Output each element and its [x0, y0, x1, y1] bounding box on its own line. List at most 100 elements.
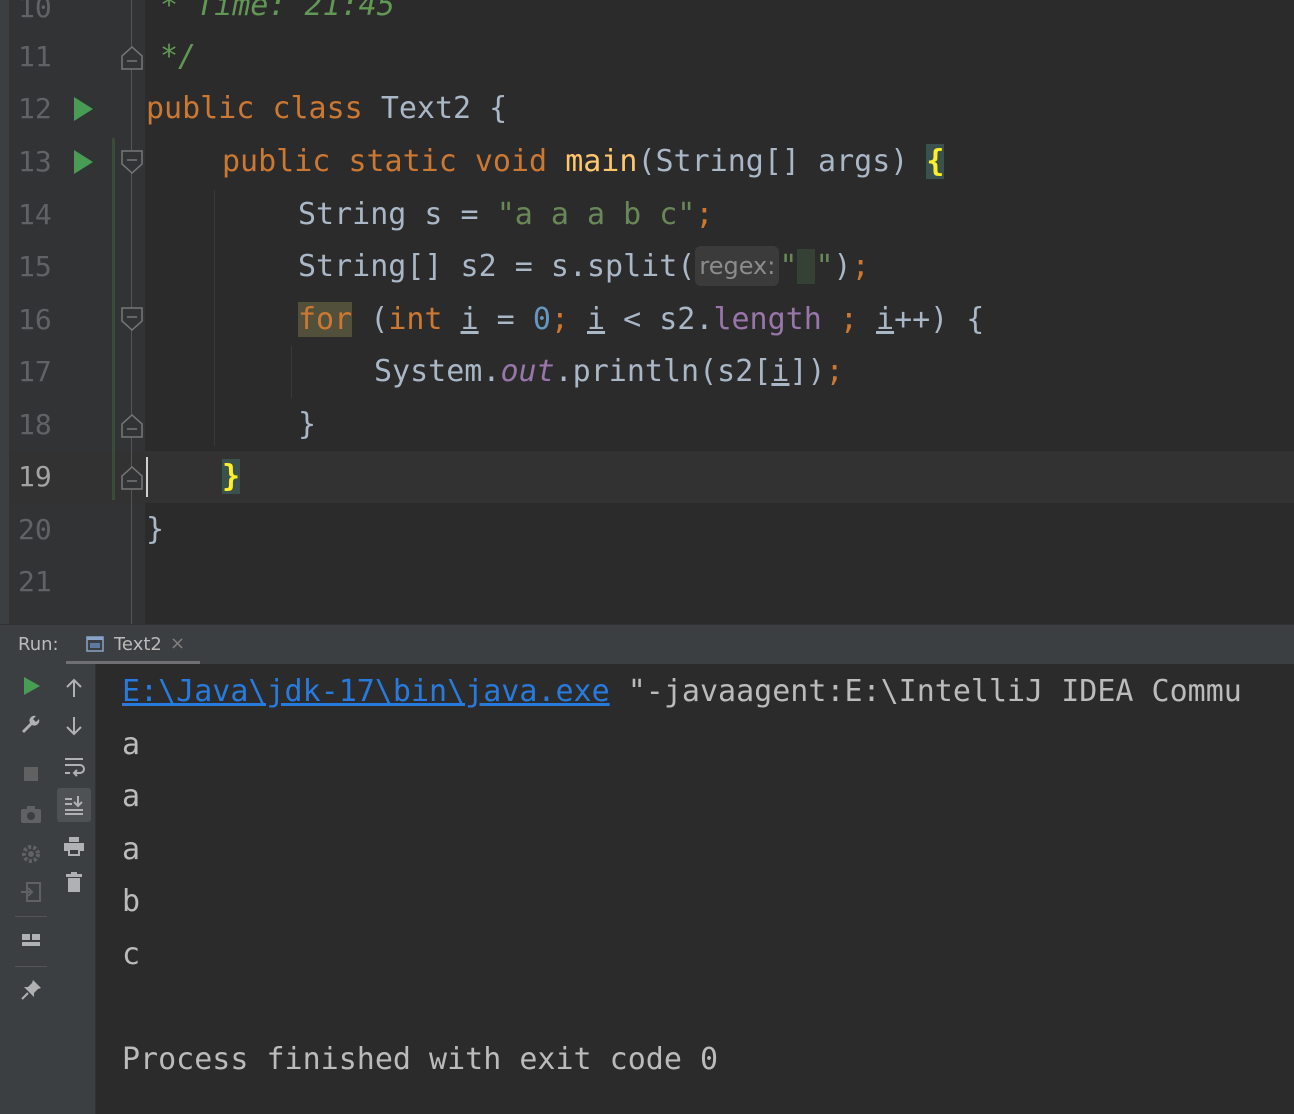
- code-line-15[interactable]: String[] s2 = s.split(regex: " ");: [298, 241, 870, 293]
- close-icon[interactable]: ×: [170, 633, 185, 654]
- code-line-12[interactable]: public class Text2 {: [146, 83, 507, 135]
- line-number: 17: [18, 355, 52, 388]
- string-space: [797, 249, 816, 284]
- keyword: public: [146, 91, 255, 126]
- comment: */: [160, 39, 197, 74]
- console-output[interactable]: E:\Java\jdk-17\bin\java.exe "-javaagent:…: [96, 664, 1294, 1114]
- console-output-line: b: [122, 884, 141, 919]
- code-editor[interactable]: 10 11 12 13 14 15 16 17 18 19 20 21 * Ti…: [0, 0, 1294, 624]
- fold-end-icon[interactable]: [120, 44, 144, 70]
- string-literal: "a a a b c": [496, 197, 696, 232]
- up-arrow-icon[interactable]: [62, 676, 86, 700]
- command-args: "-javaagent:E:\IntelliJ IDEA Commu: [609, 674, 1242, 709]
- gear-icon[interactable]: [19, 842, 43, 866]
- code-line-10[interactable]: * Time: 21:45: [160, 0, 395, 32]
- semicolon: ;: [825, 354, 844, 389]
- current-line-highlight: [9, 451, 1294, 503]
- fold-start-icon[interactable]: [120, 150, 144, 176]
- code-line-18[interactable]: }: [298, 399, 316, 451]
- code-text: .println(s2[: [554, 354, 772, 389]
- code-text: ): [833, 249, 852, 284]
- run-left-strip: [0, 664, 9, 1114]
- code-line-20[interactable]: }: [146, 504, 164, 556]
- code-line-14[interactable]: String s = "a a a b c";: [298, 189, 713, 241]
- keyword-highlighted: for: [298, 302, 353, 337]
- console-output-line: a: [122, 727, 141, 762]
- rerun-icon[interactable]: [19, 674, 43, 698]
- keyword: static: [348, 144, 457, 179]
- text-caret: [146, 457, 148, 497]
- string-literal: ": [815, 249, 834, 284]
- run-gutter-icon[interactable]: [72, 96, 94, 122]
- variable: i: [587, 302, 606, 337]
- run-toolbar-secondary: [53, 664, 96, 1114]
- editor-left-strip: [0, 0, 9, 624]
- wrench-icon[interactable]: [19, 714, 43, 738]
- code-line-13[interactable]: public static void main(String[] args) {: [222, 136, 945, 188]
- keyword: int: [388, 302, 443, 337]
- print-icon[interactable]: [62, 834, 86, 858]
- indent-guide: [291, 346, 292, 398]
- params: (String[] args): [637, 144, 927, 179]
- parameter-hint: regex:: [695, 246, 780, 286]
- fold-end-icon[interactable]: [120, 464, 144, 490]
- code-line-16[interactable]: for (int i = 0; i < s2.length ; i++) {: [298, 294, 984, 346]
- run-gutter-icon[interactable]: [72, 149, 94, 175]
- exit-icon[interactable]: [19, 880, 43, 904]
- code-line-17[interactable]: System.out.println(s2[i]);: [374, 346, 844, 398]
- comment: * Time: 21:45: [160, 0, 395, 23]
- fold-end-icon[interactable]: [120, 412, 144, 438]
- field: length: [713, 302, 822, 337]
- keyword: public: [222, 144, 331, 179]
- line-number-current: 19: [18, 460, 52, 493]
- matched-brace: {: [926, 144, 945, 179]
- number-literal: 0: [532, 302, 551, 337]
- code-text: < s2.: [605, 302, 714, 337]
- variable: i: [771, 354, 790, 389]
- static-field: out: [500, 354, 555, 389]
- code-line-11[interactable]: */: [160, 31, 196, 83]
- soft-wrap-icon[interactable]: [62, 754, 86, 778]
- java-exe-link[interactable]: E:\Java\jdk-17\bin\java.exe: [122, 674, 610, 709]
- scroll-to-end-icon[interactable]: [62, 793, 86, 817]
- code-text: System.: [374, 354, 501, 389]
- down-arrow-icon[interactable]: [62, 714, 86, 738]
- line-number: 14: [18, 198, 52, 231]
- code-text: }: [146, 512, 165, 547]
- console-tab-icon: [86, 636, 104, 652]
- console-output-line: c: [122, 937, 141, 972]
- code-text: String s =: [298, 197, 497, 232]
- toolbar-separator: [15, 916, 47, 917]
- line-number: 21: [18, 565, 52, 598]
- line-number: 18: [18, 408, 52, 441]
- layout-icon[interactable]: [19, 928, 43, 952]
- code-text: }: [298, 407, 317, 442]
- line-number: 10: [18, 0, 52, 24]
- code-text: ++) {: [894, 302, 985, 337]
- fold-start-icon[interactable]: [120, 307, 144, 333]
- indent-guide: [214, 190, 215, 446]
- console-output-line: a: [122, 832, 141, 867]
- variable: i: [460, 302, 479, 337]
- tab-text2[interactable]: Text2 ×: [66, 625, 200, 665]
- line-number: 11: [18, 40, 52, 73]
- tab-title: Text2: [114, 634, 162, 655]
- stop-icon[interactable]: [19, 762, 43, 786]
- semicolon: ;: [695, 197, 714, 232]
- camera-icon[interactable]: [19, 802, 43, 826]
- code-line-19[interactable]: }: [222, 451, 241, 503]
- line-number: 13: [18, 145, 52, 178]
- pin-icon[interactable]: [19, 978, 43, 1002]
- method-name: main: [565, 144, 638, 179]
- line-number: 20: [18, 513, 52, 546]
- run-panel-header: Run: Text2 ×: [0, 624, 1294, 665]
- line-number: 12: [18, 92, 52, 125]
- trash-icon[interactable]: [62, 870, 86, 894]
- code-text: =: [478, 302, 533, 337]
- run-toolbar-primary: [9, 664, 53, 1114]
- variable: i: [876, 302, 895, 337]
- matched-brace: }: [222, 459, 241, 494]
